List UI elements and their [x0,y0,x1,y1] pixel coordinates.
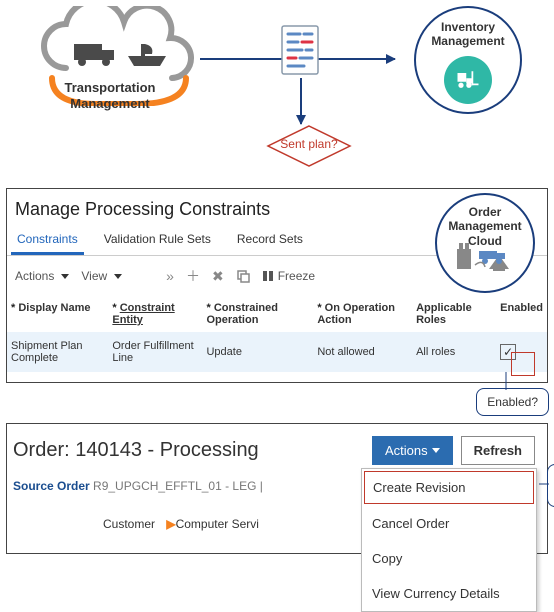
source-order-label: Source Order [13,479,90,493]
customer-value: Computer Servi [176,517,259,531]
customer-flag-icon: ▶ [166,517,175,531]
decision-diamond: Sent plan? [266,124,352,168]
delete-icon[interactable]: ✖ [212,268,224,285]
customer-label: Customer [13,517,163,531]
order-actions-menu: Create Revision Cancel Order Copy View C… [361,468,537,612]
enabled-checkbox[interactable]: ✓ [500,344,516,360]
callout-enabled-text: Enabled? [476,388,549,416]
cell-display-name: Shipment Plan Complete [7,332,108,372]
col-enabled[interactable]: Enabled [496,296,547,332]
view-menu[interactable]: View [81,269,122,283]
freeze-label: Freeze [278,269,315,283]
plan-document-icon [278,22,322,78]
tab-validation[interactable]: Validation Rule Sets [98,228,217,255]
menu-create-revision[interactable]: Create Revision [364,471,534,504]
duplicate-icon[interactable] [236,269,250,283]
menu-view-currency[interactable]: View Currency Details [362,576,536,611]
col-on-op-action[interactable]: * On Operation Action [313,296,412,332]
col-constrained-op[interactable]: * Constrained Operation [202,296,313,332]
transportation-label: Transportation Management [50,80,170,111]
cell-constraint-entity: Order Fulfillment Line [108,332,202,372]
constraints-panel: Manage Processing Constraints Order Mana… [6,188,548,383]
col-applicable-roles[interactable]: Applicable Roles [412,296,496,332]
cell-enabled: ✓ [496,332,547,372]
forklift-icon [444,56,492,104]
omc-badge: Order Management Cloud [435,193,535,293]
order-title: Order: 140143 - Processing [13,439,259,462]
tab-constraints[interactable]: Constraints [11,228,84,255]
col-constraint-entity[interactable]: * Constraint Entity [108,296,202,332]
table-row[interactable]: Shipment Plan Complete Order Fulfillment… [7,332,547,372]
order-panel: Order: 140143 - Processing Actions Refre… [6,423,548,554]
callout-not-allowed: Not allowed. [547,464,554,507]
menu-copy[interactable]: Copy [362,541,536,576]
arrow-to-diamond [300,78,302,124]
callout-enabled: Enabled? [476,388,549,416]
refresh-button[interactable]: Refresh [461,436,535,465]
order-actions-button[interactable]: Actions [372,436,453,465]
cell-applicable-roles: All roles [412,332,496,372]
diamond-label: Sent plan? [276,137,342,151]
inventory-label: Inventory Management [426,20,510,49]
source-order-value: R9_UPGCH_EFFTL_01 - LEG | [93,479,263,493]
cell-on-op-action: Not allowed [313,332,412,372]
add-icon[interactable]: ＋ [186,266,200,286]
col-display-name[interactable]: * Display Name [7,296,108,332]
actions-menu[interactable]: Actions [15,269,69,283]
flow-diagram: Transportation Management Inventory Mana… [0,0,554,180]
chevron-down-icon [432,448,440,453]
expand-icon[interactable]: » [166,268,174,284]
cell-constrained-op: Update [202,332,313,372]
freeze-button[interactable]: Freeze [262,269,315,283]
tab-recordsets[interactable]: Record Sets [231,228,309,255]
constraints-table: * Display Name * Constraint Entity * Con… [7,296,547,372]
inventory-cloud: Inventory Management [408,0,528,120]
menu-cancel-order[interactable]: Cancel Order [362,506,536,541]
